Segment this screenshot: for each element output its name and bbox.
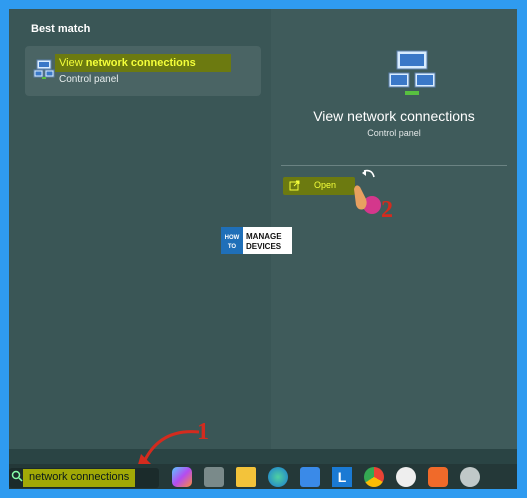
store-icon[interactable] [300, 467, 320, 487]
result-title: View network connections [59, 57, 196, 69]
network-connections-large-icon [388, 50, 436, 95]
brave-icon[interactable] [428, 467, 448, 487]
pointer-hand-icon [354, 169, 381, 214]
settings-icon[interactable] [460, 467, 480, 487]
svg-text:HOW: HOW [225, 235, 240, 241]
detail-subtitle: Control panel [367, 128, 421, 138]
chrome-icon[interactable] [364, 467, 384, 487]
result-title-match: network connections [85, 57, 196, 69]
edge-icon[interactable] [268, 467, 288, 487]
search-input[interactable]: network connections [29, 471, 129, 483]
annotation-step-2: 2 [381, 197, 393, 223]
svg-text:MANAGE: MANAGE [246, 232, 282, 241]
network-connections-icon [33, 59, 55, 79]
detail-title: View network connections [313, 108, 475, 124]
svg-text:DEVICES: DEVICES [246, 242, 282, 251]
best-match-heading: Best match [31, 23, 91, 35]
result-subtitle: Control panel [59, 74, 119, 85]
task-view-icon[interactable] [204, 467, 224, 487]
best-match-result[interactable]: View network connections Control panel [25, 46, 261, 96]
open-external-icon [289, 180, 300, 191]
copilot-icon[interactable] [172, 467, 192, 487]
detail-divider [281, 165, 507, 166]
result-title-prefix: View [59, 57, 86, 69]
file-explorer-icon[interactable] [236, 467, 256, 487]
l-app-icon[interactable]: L [332, 467, 352, 487]
search-icon [11, 470, 23, 482]
teams-icon[interactable] [396, 467, 416, 487]
howto-manage-devices-logo: HOW TO MANAGE DEVICES [221, 227, 292, 254]
svg-text:TO: TO [228, 244, 237, 250]
screenshot-frame: Best match View network connections Cont… [9, 9, 517, 489]
open-button-label: Open [314, 180, 337, 190]
